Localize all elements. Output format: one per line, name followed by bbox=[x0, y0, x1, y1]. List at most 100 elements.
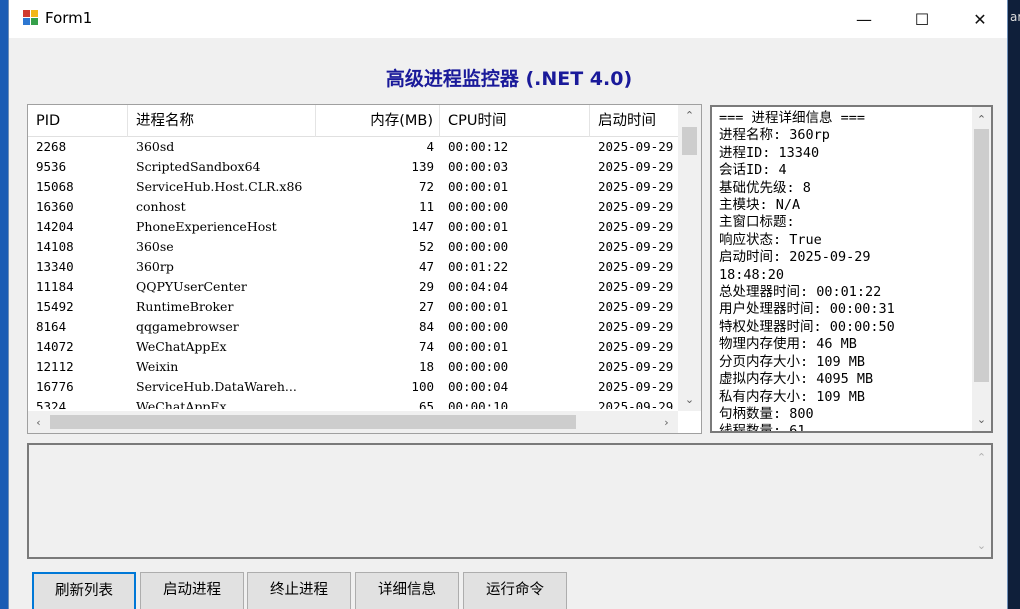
cell-process-name: qqgamebrowser bbox=[136, 319, 239, 334]
detail-line: 会话ID: 4 bbox=[719, 162, 787, 179]
close-button[interactable]: ✕ bbox=[951, 0, 1009, 38]
cell-pid: 16360 bbox=[36, 199, 74, 214]
cell-pid: 14108 bbox=[36, 239, 74, 254]
detail-vertical-scrollbar[interactable]: ⌃ ⌄ bbox=[972, 107, 991, 431]
output-vertical-scrollbar[interactable]: ⌃ ⌄ bbox=[972, 445, 991, 557]
cell-start-time: 2025-09-29 bbox=[598, 359, 674, 374]
column-header-name[interactable]: 进程名称 bbox=[128, 105, 316, 137]
detail-text: === 进程详细信息 === 进程名称: 360rp 进程ID: 13340 会话ID… bbox=[719, 110, 974, 433]
table-row[interactable]: 11184 QQPYUserCenter 29 00:04:04 2025-09-29 bbox=[28, 277, 678, 297]
details-button[interactable]: 详细信息 bbox=[355, 572, 459, 609]
table-row[interactable]: 15068 ServiceHub.Host.CLR.x86 72 00:00:01 20… bbox=[28, 177, 678, 197]
table-row[interactable]: 16360 conhost 11 00:00:00 2025-09-29 bbox=[28, 197, 678, 217]
cell-memory: 27 bbox=[418, 299, 434, 314]
cell-cpu-time: 00:04:04 bbox=[448, 279, 509, 294]
table-row[interactable]: 14108 360se 52 00:00:00 2025-09-29 bbox=[28, 237, 678, 257]
table-row[interactable]: 12112 Weixin 18 00:00:00 2025-09-29 bbox=[28, 357, 678, 377]
kill-process-button[interactable]: 终止进程 bbox=[247, 572, 351, 609]
cell-pid: 15068 bbox=[36, 179, 74, 194]
refresh-list-button[interactable]: 刷新列表 bbox=[32, 572, 136, 609]
cell-start-time: 2025-09-29 bbox=[598, 199, 674, 214]
grid-body: 2268 360sd 4 00:00:12 2025-09-29 9536 Scripted… bbox=[28, 137, 678, 409]
cell-cpu-time: 00:00:12 bbox=[448, 139, 509, 154]
cell-cpu-time: 00:01:22 bbox=[448, 259, 509, 274]
table-row[interactable]: 16776 ServiceHub.DataWareh... 100 00:00:04 2… bbox=[28, 377, 678, 397]
detail-scroll-up-icon[interactable]: ⌃ bbox=[973, 111, 990, 128]
title-bar[interactable]: Form1 — ☐ ✕ bbox=[9, 0, 1007, 38]
cell-memory: 139 bbox=[411, 159, 434, 174]
maximize-icon: ☐ bbox=[914, 9, 930, 29]
detail-scroll-down-icon[interactable]: ⌄ bbox=[973, 411, 990, 428]
cell-pid: 9536 bbox=[36, 159, 67, 174]
detail-line: 主窗口标题: bbox=[719, 214, 795, 231]
grid-horizontal-scrollbar[interactable]: ‹ › bbox=[28, 411, 678, 433]
cell-pid: 8164 bbox=[36, 319, 67, 334]
command-output-box[interactable]: ⌃ ⌄ bbox=[27, 443, 993, 559]
table-row[interactable]: 2268 360sd 4 00:00:12 2025-09-29 bbox=[28, 137, 678, 157]
table-row[interactable]: 13340 360rp 47 00:01:22 2025-09-29 bbox=[28, 257, 678, 277]
cell-cpu-time: 00:00:10 bbox=[448, 399, 509, 409]
table-row[interactable]: 15492 RuntimeBroker 27 00:00:01 2025-09-29 bbox=[28, 297, 678, 317]
detail-line: 主模块: N/A bbox=[719, 197, 801, 214]
cell-cpu-time: 00:00:01 bbox=[448, 339, 509, 354]
detail-line: 私有内存大小: 109 MB bbox=[719, 388, 866, 405]
output-scroll-down-icon[interactable]: ⌄ bbox=[973, 537, 990, 554]
table-row[interactable]: 14204 PhoneExperienceHost 147 00:00:01 2025-… bbox=[28, 217, 678, 237]
table-row[interactable]: 5324 WeChatAppEx 65 00:00:10 2025-09-29 bbox=[28, 397, 678, 409]
cell-start-time: 2025-09-29 bbox=[598, 339, 674, 354]
cell-start-time: 2025-09-29 bbox=[598, 279, 674, 294]
cell-pid: 15492 bbox=[36, 299, 74, 314]
grid-hscroll-thumb[interactable] bbox=[50, 415, 576, 429]
detail-line: 18:48:20 bbox=[719, 266, 785, 283]
column-header-memory[interactable]: 内存(MB) bbox=[316, 105, 440, 137]
cell-memory: 74 bbox=[418, 339, 434, 354]
detail-line: === 进程详细信息 === bbox=[719, 110, 866, 126]
cell-start-time: 2025-09-29 bbox=[598, 259, 674, 274]
cell-memory: 84 bbox=[418, 319, 434, 334]
cell-pid: 2268 bbox=[36, 139, 67, 154]
cell-pid: 11184 bbox=[36, 279, 74, 294]
cell-process-name: RuntimeBroker bbox=[136, 299, 234, 314]
column-header-start-time[interactable]: 启动时间 bbox=[590, 105, 680, 137]
cell-cpu-time: 00:00:00 bbox=[448, 359, 509, 374]
start-process-button[interactable]: 启动进程 bbox=[140, 572, 244, 609]
column-header-cpu-time[interactable]: CPU时间 bbox=[440, 105, 590, 137]
scroll-right-icon[interactable]: › bbox=[658, 414, 675, 431]
detail-line: 总处理器时间: 00:01:22 bbox=[719, 284, 882, 301]
cell-memory: 47 bbox=[418, 259, 434, 274]
cell-start-time: 2025-09-29 bbox=[598, 159, 674, 174]
cell-cpu-time: 00:00:00 bbox=[448, 239, 509, 254]
detail-vscroll-thumb[interactable] bbox=[974, 129, 989, 382]
close-icon: ✕ bbox=[973, 9, 987, 29]
table-row[interactable]: 8164 qqgamebrowser 84 00:00:00 2025-09-29 bbox=[28, 317, 678, 337]
scroll-down-icon[interactable]: ⌄ bbox=[681, 391, 698, 408]
detail-line: 线程数量: 61 bbox=[719, 423, 806, 433]
run-command-button[interactable]: 运行命令 bbox=[463, 572, 567, 609]
minimize-button[interactable]: — bbox=[835, 0, 893, 38]
detail-line: 响应状态: True bbox=[719, 231, 822, 248]
cell-process-name: conhost bbox=[136, 199, 186, 214]
maximize-button[interactable]: ☐ bbox=[893, 0, 951, 38]
detail-line: 进程名称: 360rp bbox=[719, 127, 830, 144]
process-detail-panel[interactable]: === 进程详细信息 === 进程名称: 360rp 进程ID: 13340 会话ID… bbox=[710, 105, 993, 433]
grid-vertical-scrollbar[interactable]: ⌃ ⌄ bbox=[678, 105, 701, 411]
cell-cpu-time: 00:00:04 bbox=[448, 379, 509, 394]
output-scroll-up-icon[interactable]: ⌃ bbox=[973, 449, 990, 466]
scroll-left-icon[interactable]: ‹ bbox=[30, 414, 47, 431]
desktop-edge-text: ar bbox=[1010, 10, 1020, 24]
cell-memory: 11 bbox=[418, 199, 434, 214]
cell-pid: 14204 bbox=[36, 219, 74, 234]
cell-memory: 72 bbox=[418, 179, 434, 194]
cell-process-name: 360se bbox=[136, 239, 174, 254]
table-row[interactable]: 14072 WeChatAppEx 74 00:00:01 2025-09-29 bbox=[28, 337, 678, 357]
cell-memory: 29 bbox=[418, 279, 434, 294]
cell-process-name: QQPYUserCenter bbox=[136, 279, 247, 294]
cell-start-time: 2025-09-29 bbox=[598, 179, 674, 194]
process-grid[interactable]: PID 进程名称 内存(MB) CPU时间 启动时间 2268 360sd 4 00:… bbox=[27, 104, 702, 434]
cell-process-name: PhoneExperienceHost bbox=[136, 219, 277, 234]
scroll-up-icon[interactable]: ⌃ bbox=[681, 107, 698, 124]
grid-vscroll-thumb[interactable] bbox=[682, 127, 697, 155]
cell-pid: 5324 bbox=[36, 399, 67, 409]
column-header-pid[interactable]: PID bbox=[28, 105, 128, 137]
table-row[interactable]: 9536 ScriptedSandbox64 139 00:00:03 2025-09-… bbox=[28, 157, 678, 177]
